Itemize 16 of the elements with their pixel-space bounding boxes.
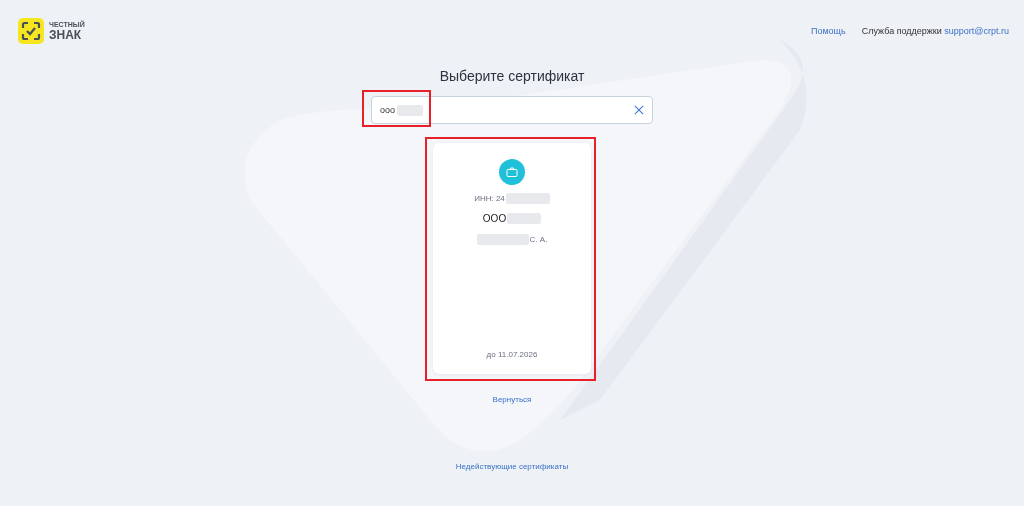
- owner-name: С. А.: [529, 235, 548, 244]
- support-label: Служба поддержки: [861, 26, 942, 36]
- clear-icon[interactable]: [634, 105, 644, 115]
- validity-date: до 11.07.2026: [486, 350, 538, 359]
- briefcase-icon: [499, 159, 525, 185]
- invalid-certificates-link[interactable]: Недействующие сертификаты: [455, 462, 569, 471]
- search-field[interactable]: ооо: [371, 96, 653, 124]
- page-title: Выберите сертификат: [439, 68, 585, 84]
- organization-name: ООО: [482, 213, 507, 224]
- logo-text: ЗНАК: [49, 29, 83, 41]
- logo-icon: [18, 18, 44, 44]
- support-email-link[interactable]: support@crpt.ru: [944, 26, 1009, 36]
- help-link[interactable]: Помощь: [810, 26, 846, 36]
- back-link[interactable]: Вернуться: [492, 395, 532, 404]
- inn-text: ИНН: 24: [474, 194, 505, 203]
- certificate-card[interactable]: ИНН: 24 ООО С. А. до 11.07.2026: [433, 143, 591, 374]
